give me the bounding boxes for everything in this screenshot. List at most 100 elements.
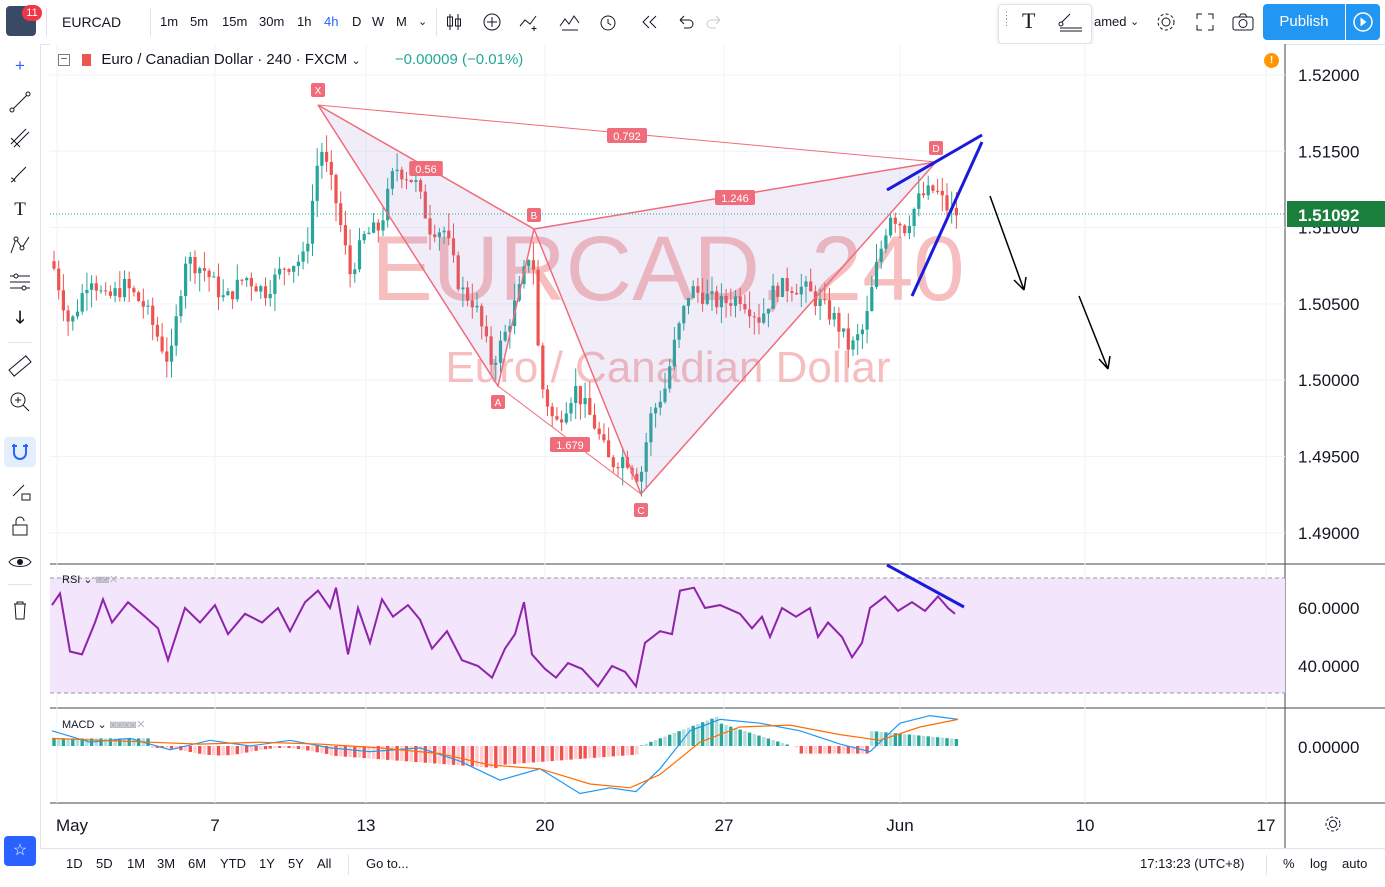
macd-bar (865, 746, 868, 754)
macd-bar (560, 746, 563, 760)
macd-bar (931, 737, 934, 746)
macd-bar (842, 746, 845, 754)
range-3m[interactable]: 3M (157, 849, 175, 879)
macd-bar (508, 746, 511, 764)
candle-body (316, 166, 319, 201)
candle-body (913, 209, 916, 226)
macd-bar (292, 746, 295, 748)
range-6m[interactable]: 6M (188, 849, 206, 879)
candle-body (927, 185, 930, 195)
macd-bar (828, 746, 831, 754)
macd-bar (452, 746, 455, 765)
range-1m[interactable]: 1M (127, 849, 145, 879)
range-5d[interactable]: 5D (96, 849, 113, 879)
rsi-label[interactable]: RSI ⌄ ◙◙✕ (62, 573, 118, 586)
macd-controls-icon[interactable]: ◙◙◙◙✕ (110, 719, 146, 731)
macd-bar (471, 746, 474, 766)
candle-body (870, 287, 873, 311)
symbol-title[interactable]: Euro / Canadian Dollar · 240 · FXCM (101, 51, 347, 68)
macd-bar (833, 746, 836, 754)
macd-bar (569, 746, 572, 760)
macd-bar (306, 746, 309, 751)
clock[interactable]: 17:13:23 (UTC+8) (1140, 849, 1244, 879)
price-axis-label: 1.52000 (1298, 66, 1359, 85)
candle-body (175, 316, 178, 345)
log-toggle[interactable]: log (1310, 849, 1327, 879)
macd-bar (236, 746, 239, 754)
macd-bar (245, 746, 248, 753)
candle-body (851, 340, 854, 349)
chevron-down-icon[interactable]: ⌄ (97, 719, 106, 731)
chevron-down-icon[interactable]: ⌄ (351, 55, 360, 67)
candle-body (109, 291, 112, 295)
macd-bar (259, 746, 262, 750)
chart-canvas[interactable]: EURCAD, 240Euro / Canadian DollarXABCD0.… (0, 0, 1385, 886)
range-1y[interactable]: 1Y (259, 849, 275, 879)
candle-body (358, 240, 361, 269)
macd-bar (348, 746, 351, 757)
candle-body (302, 251, 305, 261)
macd-bar (240, 746, 243, 753)
time-axis-label: 20 (536, 816, 555, 835)
macd-bar (395, 746, 398, 761)
warning-icon[interactable]: ! (1264, 53, 1279, 68)
macd-bar (668, 735, 671, 746)
candle-body (165, 351, 168, 361)
range-1d[interactable]: 1D (66, 849, 83, 879)
time-axis-label: Jun (886, 816, 913, 835)
macd-bar (809, 746, 812, 754)
candle (889, 215, 892, 239)
rsi-controls-icon[interactable]: ◙◙✕ (96, 574, 119, 586)
time-axis-settings-icon[interactable] (1322, 813, 1344, 835)
candle-body (292, 266, 295, 272)
range-ytd[interactable]: YTD (220, 849, 246, 879)
candle-body (598, 429, 601, 435)
candle-body (62, 290, 65, 310)
time-axis-label: 7 (210, 816, 219, 835)
macd-bar (757, 736, 760, 746)
candle-body (203, 268, 206, 271)
time-axis-label: 27 (715, 816, 734, 835)
pattern-point-x: X (315, 86, 322, 97)
candle-body (99, 290, 102, 291)
macd-bar (739, 730, 742, 746)
pattern-point-b: B (531, 211, 538, 222)
macd-bar (353, 746, 356, 757)
macd-bar (273, 746, 276, 748)
percent-toggle[interactable]: % (1283, 849, 1295, 879)
pattern-ratio-xd: 0.792 (613, 131, 641, 143)
candle-body (90, 283, 93, 290)
macd-axis-label: 0.00000 (1298, 738, 1359, 757)
candle-body (377, 222, 380, 230)
candle-body (602, 434, 605, 440)
macd-bar (264, 746, 267, 749)
chevron-down-icon[interactable]: ⌄ (83, 574, 92, 586)
macd-bar (734, 728, 737, 746)
auto-toggle[interactable]: auto (1342, 849, 1367, 879)
price-axis-label: 1.49500 (1298, 448, 1359, 467)
go-to-date[interactable]: Go to... (366, 849, 409, 879)
candle-body (861, 330, 864, 335)
macd-bar (504, 746, 507, 765)
candle-body (565, 414, 568, 423)
rsi-label-text: RSI (62, 574, 80, 586)
collapse-legend-icon[interactable]: – (58, 54, 70, 66)
range-all[interactable]: All (317, 849, 331, 879)
macd-bar (475, 746, 478, 767)
macd-bar (193, 746, 196, 753)
chart-legend: – Euro / Canadian Dollar · 240 · FXCM ⌄ … (58, 48, 523, 72)
macd-bar (804, 746, 807, 754)
macd-bar (776, 742, 779, 746)
candle-body (222, 295, 225, 297)
candle (137, 291, 140, 302)
macd-bar (673, 733, 676, 746)
macd-bar (339, 746, 342, 756)
range-5y[interactable]: 5Y (288, 849, 304, 879)
macd-label[interactable]: MACD ⌄ ◙◙◙◙✕ (62, 718, 146, 731)
macd-bar (62, 738, 65, 746)
macd-bar (795, 746, 798, 747)
candle-body (170, 346, 173, 362)
candle-body (236, 280, 239, 299)
symbol-color-marker (82, 54, 91, 66)
candle-body (128, 279, 131, 288)
